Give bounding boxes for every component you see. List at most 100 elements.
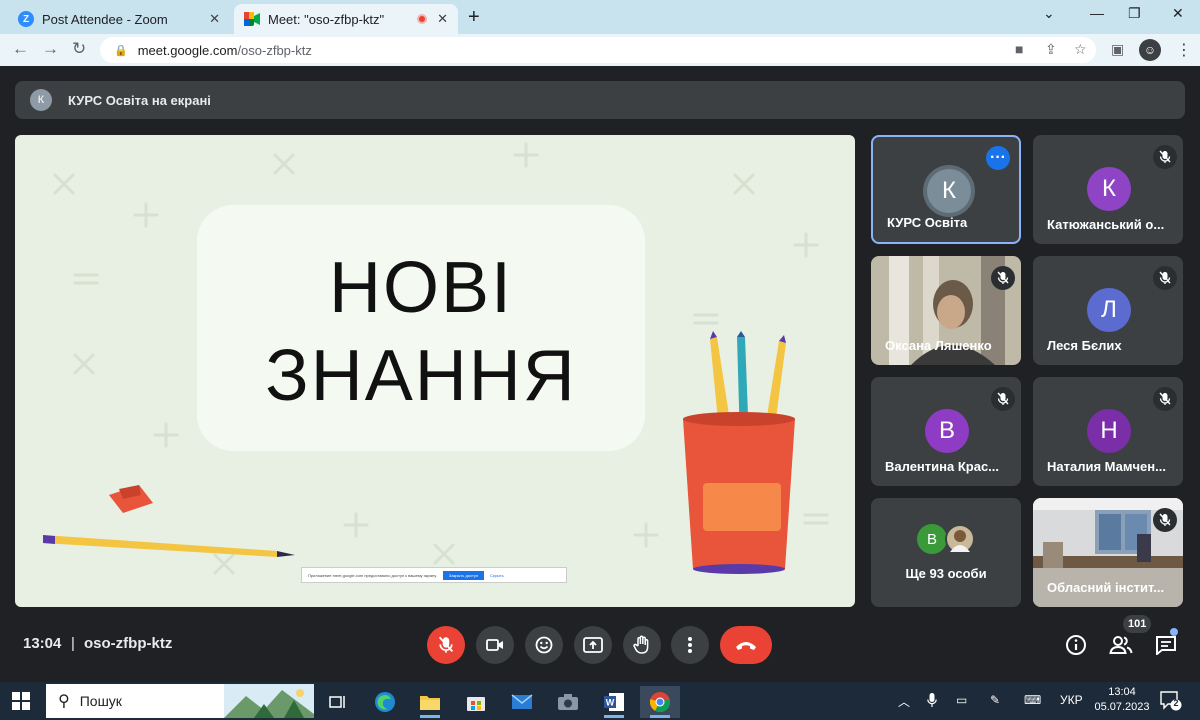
close-icon[interactable]: ✕ <box>437 11 448 27</box>
screen-sharing-notice: Приложение meet.google.com предоставило … <box>301 567 567 583</box>
task-view-icon <box>329 696 345 708</box>
side-panel-icon[interactable]: ▣ <box>1111 41 1124 58</box>
edge-browser-icon <box>375 692 395 712</box>
taskbar-word[interactable]: W <box>594 686 634 718</box>
mic-off-icon <box>1153 145 1177 169</box>
search-placeholder: Пошук <box>79 693 122 709</box>
show-hidden-icons[interactable]: ︿ <box>898 693 910 710</box>
participant-name: Валентина Крас... <box>885 459 1000 474</box>
meet-window: К КУРС Освіта на екрані НОВІ ЗНАННЯ Прил… <box>0 66 1200 682</box>
info-icon <box>1066 635 1086 655</box>
chat-button[interactable] <box>1153 632 1179 658</box>
reactions-button[interactable] <box>525 626 563 664</box>
windows-start-icon[interactable] <box>12 692 30 710</box>
camera-in-use-icon[interactable]: ■ <box>1015 41 1023 57</box>
notice-text: Приложение meet.google.com предоставило … <box>308 572 437 578</box>
chrome-browser-icon <box>649 692 671 713</box>
unread-chat-dot <box>1170 628 1178 636</box>
mail-icon <box>511 694 533 709</box>
participant-name: Леся Бєлих <box>1047 338 1122 353</box>
stop-sharing-button[interactable]: Закрыть доступ <box>442 570 485 580</box>
tab-meet[interactable]: Meet: "oso-zfbp-ktz" ✕ <box>234 4 458 34</box>
participant-count-badge: 101 <box>1123 615 1152 633</box>
participant-tile[interactable]: В Валентина Крас... <box>871 377 1021 486</box>
tab-title: Post Attendee - Zoom <box>42 11 168 27</box>
taskbar-file-explorer[interactable] <box>410 686 450 718</box>
notifications-button[interactable]: 2 <box>1160 691 1182 716</box>
participant-tile[interactable]: Н Наталия Мамчен... <box>1033 377 1183 486</box>
windows-taskbar: ⚲ Пошук W ︿ ▭ ✎ ⌨ УКР 13:04 05.07.2023 2 <box>0 682 1200 720</box>
leave-call-button[interactable] <box>720 626 772 664</box>
raise-hand-button[interactable] <box>623 626 661 664</box>
lock-icon: 🔒 <box>114 44 128 57</box>
taskbar-camera[interactable] <box>548 686 588 718</box>
keyboard-icon[interactable]: ⌨ <box>1024 693 1041 707</box>
present-screen-button[interactable] <box>574 626 612 664</box>
taskbar-chrome[interactable] <box>640 686 680 718</box>
participant-avatar: К <box>927 169 971 213</box>
shared-screen[interactable]: НОВІ ЗНАННЯ Приложение meet.google.com п… <box>15 135 855 607</box>
browser-tab-bar: Z Post Attendee - Zoom ✕ Meet: "oso-zfbp… <box>0 0 1200 34</box>
slide-title-line1: НОВІ <box>328 248 514 328</box>
more-options-button[interactable] <box>671 626 709 664</box>
microphone-tray-icon[interactable] <box>927 693 937 710</box>
minimize-icon[interactable]: — <box>1090 5 1104 21</box>
more-participants-tile[interactable]: В Ще 93 особи <box>871 498 1021 607</box>
taskbar-clock[interactable]: 13:04 05.07.2023 <box>1092 685 1152 715</box>
close-window-icon[interactable]: ✕ <box>1172 5 1184 22</box>
camera-app-icon <box>558 694 578 710</box>
present-icon <box>583 637 603 653</box>
task-view-button[interactable] <box>318 686 358 718</box>
separator: | <box>71 635 75 652</box>
participant-name: Катюжанський о... <box>1047 217 1165 232</box>
tab-search-icon[interactable]: ⌄ <box>1043 5 1055 22</box>
profile-avatar-icon[interactable]: ☺ <box>1139 39 1161 61</box>
taskbar-mail[interactable] <box>502 686 542 718</box>
taskbar-edge[interactable] <box>365 686 405 718</box>
tab-zoom[interactable]: Z Post Attendee - Zoom ✕ <box>8 4 230 34</box>
hang-up-icon <box>736 642 756 650</box>
participant-photo-thumbnail <box>945 524 975 554</box>
mic-off-icon <box>1153 508 1177 532</box>
share-icon[interactable]: ⇪ <box>1045 41 1057 58</box>
hide-notice-link[interactable]: Скрыть <box>490 573 504 578</box>
participant-name: Обласний інстит... <box>1047 580 1165 595</box>
language-indicator[interactable]: УКР <box>1060 693 1083 707</box>
restore-icon[interactable]: ❐ <box>1128 5 1141 22</box>
more-vert-icon <box>688 637 692 653</box>
chrome-menu-icon[interactable]: ⋮ <box>1176 40 1192 60</box>
participant-tile[interactable]: К Катюжанський о... <box>1033 135 1183 244</box>
tab-title: Meet: "oso-zfbp-ktz" <box>268 11 385 27</box>
camera-toggle-button[interactable] <box>476 626 514 664</box>
meeting-details-button[interactable] <box>1063 632 1089 658</box>
bookmark-star-icon[interactable]: ☆ <box>1074 41 1087 58</box>
reload-icon[interactable]: ↻ <box>72 39 86 59</box>
taskbar-search-box[interactable]: ⚲ Пошук <box>46 684 314 718</box>
close-icon[interactable]: ✕ <box>209 11 220 27</box>
presenting-label: КУРС Освіта на екрані <box>68 92 211 108</box>
participant-name: Наталия Мамчен... <box>1047 459 1166 474</box>
mic-off-icon <box>1153 387 1177 411</box>
pen-icon[interactable]: ✎ <box>990 693 1000 707</box>
participant-tile[interactable]: Оксана Ляшенко <box>871 256 1021 365</box>
people-icon <box>1109 636 1133 654</box>
people-button[interactable] <box>1108 632 1134 658</box>
participant-tile[interactable]: К ··· КУРС Освіта <box>871 135 1021 244</box>
more-options-icon[interactable]: ··· <box>986 146 1010 170</box>
new-tab-icon[interactable]: + <box>468 6 480 29</box>
participant-tile[interactable]: Л Леся Бєлих <box>1033 256 1183 365</box>
network-icon[interactable]: ▭ <box>956 693 967 707</box>
taskbar-date: 05.07.2023 <box>1094 701 1150 713</box>
notification-count: 2 <box>1173 698 1179 708</box>
mic-toggle-button[interactable] <box>427 626 465 664</box>
more-participants-label: Ще 93 особи <box>905 566 987 581</box>
taskbar-store[interactable] <box>456 686 496 718</box>
address-bar[interactable]: 🔒 meet.google.com/oso-zfbp-ktz <box>100 37 1096 63</box>
emoji-icon <box>535 636 553 654</box>
forward-arrow-icon[interactable]: → <box>42 39 59 59</box>
participant-avatar: К <box>1087 167 1131 211</box>
pencil-cup-illustration <box>683 331 795 574</box>
participant-tile[interactable]: Обласний інстит... <box>1033 498 1183 607</box>
word-icon: W <box>604 693 624 711</box>
back-arrow-icon[interactable]: ← <box>12 39 29 59</box>
